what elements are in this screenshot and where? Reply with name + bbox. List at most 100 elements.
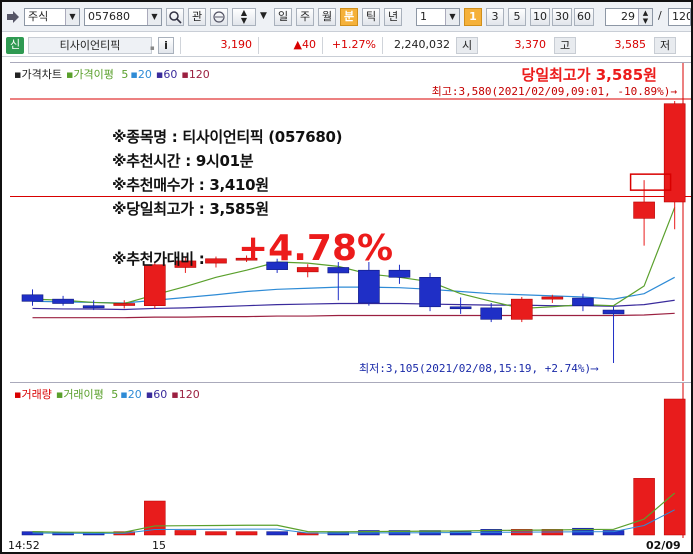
note-recommend-time: ※추천시간 : 9시01분 [112,152,254,170]
interval-5-button[interactable]: 5 [508,8,526,26]
high-value: 3,585 [614,38,647,51]
period-month-button[interactable]: 월 [318,8,336,26]
trade-volume: 2,240,032 [382,37,454,54]
volume-chart-svg [21,383,686,538]
volume-ma20: ▪20 [120,388,142,401]
updown-spinner[interactable]: ▲ ▼ [232,8,256,26]
search-icon[interactable] [166,8,184,26]
corner-marker-icon: ▪ [150,44,155,52]
open-value: 3,370 [514,38,547,51]
volume-ma5-label: 5 [111,388,119,401]
price-ma60: ▪60 [155,68,178,81]
price-ma60-label: 60 [163,68,178,81]
toolbar-main: 주식 ▼ 057680 ▼ 관 ▲ ▼ ▼ 일 주 월 분 틱 년 1 ▼ 1 3… [2,2,691,32]
candle-down [572,297,594,306]
interval-1-button[interactable]: 1 [464,8,482,26]
volume-ma60-label: 60 [153,388,168,401]
period-year-button[interactable]: 년 [384,8,402,26]
chevron-down-icon: ▼ [147,9,161,25]
x-tick-label: 15 [152,539,166,552]
candle-up [541,296,564,300]
chevron-down-icon: ▼ [65,9,79,25]
chart-window: 주식 ▼ 057680 ▼ 관 ▲ ▼ ▼ 일 주 월 분 틱 년 1 ▼ 1 3… [0,0,693,554]
price-ma5-label: 5 [121,68,129,81]
count-input[interactable]: 29 ▲ ▼ [605,8,653,26]
candle-down [388,269,411,278]
candle-down [449,306,472,310]
candle-up [510,298,533,320]
market-select[interactable]: 주식 ▼ [24,8,80,26]
price-legend-main-label: 가격차트 [21,68,62,81]
change-rate: +1.27% [322,37,380,54]
count-separator: / [658,9,662,22]
market-select-value: 주식 [28,10,49,23]
volume-bar-up [235,531,258,536]
volume-bar-down [266,531,288,536]
total-input-value: 120 [672,10,691,23]
candle-up [633,201,655,219]
volume-bar-up [174,530,197,536]
price-chart-svg [10,63,691,381]
volume-ma-title: ▪거래이평 [55,388,104,401]
link-icon[interactable] [210,8,228,26]
nav-arrow-icon[interactable] [6,10,20,28]
open-label: 시 [456,37,478,54]
period-week-button[interactable]: 주 [296,8,314,26]
chevron-down-icon: ▼ [445,9,459,25]
period-day-button[interactable]: 일 [274,8,292,26]
volume-legend: ▪거래량 ▪거래이평 5 ▪20 ▪60 ▪120 [14,386,204,402]
price-change: ▲40 [258,37,320,54]
candle-down [82,305,105,309]
total-input[interactable]: 120 [668,8,691,26]
note-gain-value: +4.78% [238,228,394,269]
ma120-line [32,312,675,319]
day-low-annotation: 최저:3,105(2021/02/08,15:19, +2.74%)⟶ [359,362,598,375]
candle-up [205,258,227,264]
price-ma20-label: 20 [137,68,152,81]
candle-down [419,277,441,308]
candle-down [602,309,625,315]
volume-bar-up [205,531,227,536]
spinner-icon: ▲ ▼ [638,9,652,25]
candle-down [480,307,503,320]
time-axis: 14:52 15 02/09 [2,537,691,554]
price-ma-title-label: 가격이평 [73,68,114,81]
price-chart-pane[interactable]: ▪가격차트 ▪가격이평 5 ▪20 ▪60 ▪120 [10,62,691,381]
candle-up [663,103,686,203]
volume-ma120-label: 120 [178,388,200,401]
day-high-annotation: 최고:3,580(2021/02/09,09:01, -10.89%)→ [431,85,677,98]
candle-up [144,264,166,306]
volume-ma120: ▪120 [171,388,200,401]
interval-3-button[interactable]: 3 [486,8,504,26]
info-button[interactable]: i [158,37,174,54]
volume-ma20-label: 20 [127,388,142,401]
price-ma-title: ▪가격이평 [65,68,114,81]
count-input-value: 29 [621,10,635,23]
volume-ma60: ▪60 [145,388,168,401]
watchlist-button[interactable]: 관 [188,8,206,26]
volume-chart-pane[interactable]: ▪거래량 ▪거래이평 5 ▪20 ▪60 ▪120 [10,382,691,538]
period-minute-button[interactable]: 분 [340,8,358,26]
period-tick-button[interactable]: 틱 [362,8,380,26]
interval-10-button[interactable]: 10 [530,8,550,26]
chevron-down-icon[interactable]: ▼ [260,8,268,26]
price-ma20: ▪20 [130,68,152,81]
code-input[interactable]: 057680 ▼ [84,8,162,26]
interval-60-button[interactable]: 60 [574,8,594,26]
stock-name: 티사이언티픽 [28,37,152,54]
price-legend: ▪가격차트 ▪가격이평 5 ▪20 ▪60 ▪120 [14,66,214,82]
note-day-high: ※당일최고가 : 3,585원 [112,200,269,218]
high-label: 고 [554,37,576,54]
interval-30-button[interactable]: 30 [552,8,572,26]
interval-select-value: 1 [420,10,427,23]
price-ma120: ▪120 [181,68,210,81]
volume-legend-main-label: 거래량 [21,388,52,401]
interval-select[interactable]: 1 ▼ [416,8,460,26]
candle-down [52,298,74,304]
code-input-value: 057680 [88,10,130,23]
current-price: 3,190 [180,37,256,54]
note-stock-name: ※종목명 : 티사이언티픽 (057680) [112,128,343,146]
note-gain-label: ※추천가대비 : [112,250,205,268]
price-legend-main: ▪가격차트 [14,68,62,81]
volume-ma-title-label: 거래이평 [63,388,104,401]
